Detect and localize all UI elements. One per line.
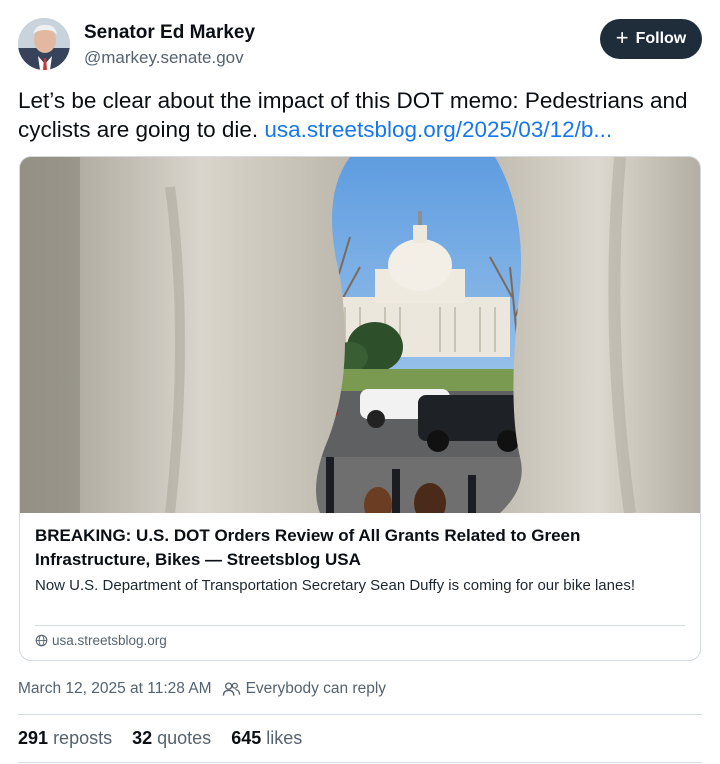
reply-setting-label: Everybody can reply xyxy=(245,680,387,697)
follow-button[interactable]: + Follow xyxy=(600,19,702,59)
card-domain-text: usa.streetsblog.org xyxy=(52,633,167,648)
link-card[interactable]: BREAKING: U.S. DOT Orders Review of All … xyxy=(19,156,701,661)
reposts-stat[interactable]: 291 reposts xyxy=(18,728,112,749)
follow-label: Follow xyxy=(635,30,687,47)
likes-count: 645 xyxy=(231,728,262,748)
card-title[interactable]: BREAKING: U.S. DOT Orders Review of All … xyxy=(35,524,685,572)
engagement-stats: 291 reposts 32 quotes 645 likes xyxy=(18,728,302,749)
people-icon xyxy=(222,682,240,696)
likes-stat[interactable]: 645 likes xyxy=(231,728,302,749)
post-text: Let’s be clear about the impact of this … xyxy=(18,86,702,144)
post-header: Senator Ed Markey @markey.senate.gov + F… xyxy=(18,18,702,72)
likes-label: likes xyxy=(266,728,303,748)
card-domain: usa.streetsblog.org xyxy=(35,633,167,648)
post-meta: March 12, 2025 at 11:28 AM Everybody can… xyxy=(18,680,386,698)
globe-icon xyxy=(35,634,48,647)
timestamp[interactable]: March 12, 2025 at 11:28 AM xyxy=(18,680,212,698)
reposts-count: 291 xyxy=(18,728,49,748)
quotes-count: 32 xyxy=(132,728,153,748)
divider xyxy=(18,714,702,715)
author-name[interactable]: Senator Ed Markey xyxy=(84,22,255,44)
reply-setting: Everybody can reply xyxy=(222,680,386,698)
post-link[interactable]: usa.streetsblog.org/2025/03/12/b... xyxy=(264,117,612,142)
divider xyxy=(18,762,702,763)
card-description: Now U.S. Department of Transportation Se… xyxy=(35,577,635,594)
author-handle[interactable]: @markey.senate.gov xyxy=(84,48,244,68)
reposts-label: reposts xyxy=(53,728,113,748)
quotes-label: quotes xyxy=(157,728,212,748)
card-divider xyxy=(35,625,685,626)
card-image[interactable] xyxy=(20,157,700,513)
quotes-stat[interactable]: 32 quotes xyxy=(132,728,211,749)
avatar[interactable] xyxy=(18,18,70,70)
plus-icon: + xyxy=(615,25,629,50)
